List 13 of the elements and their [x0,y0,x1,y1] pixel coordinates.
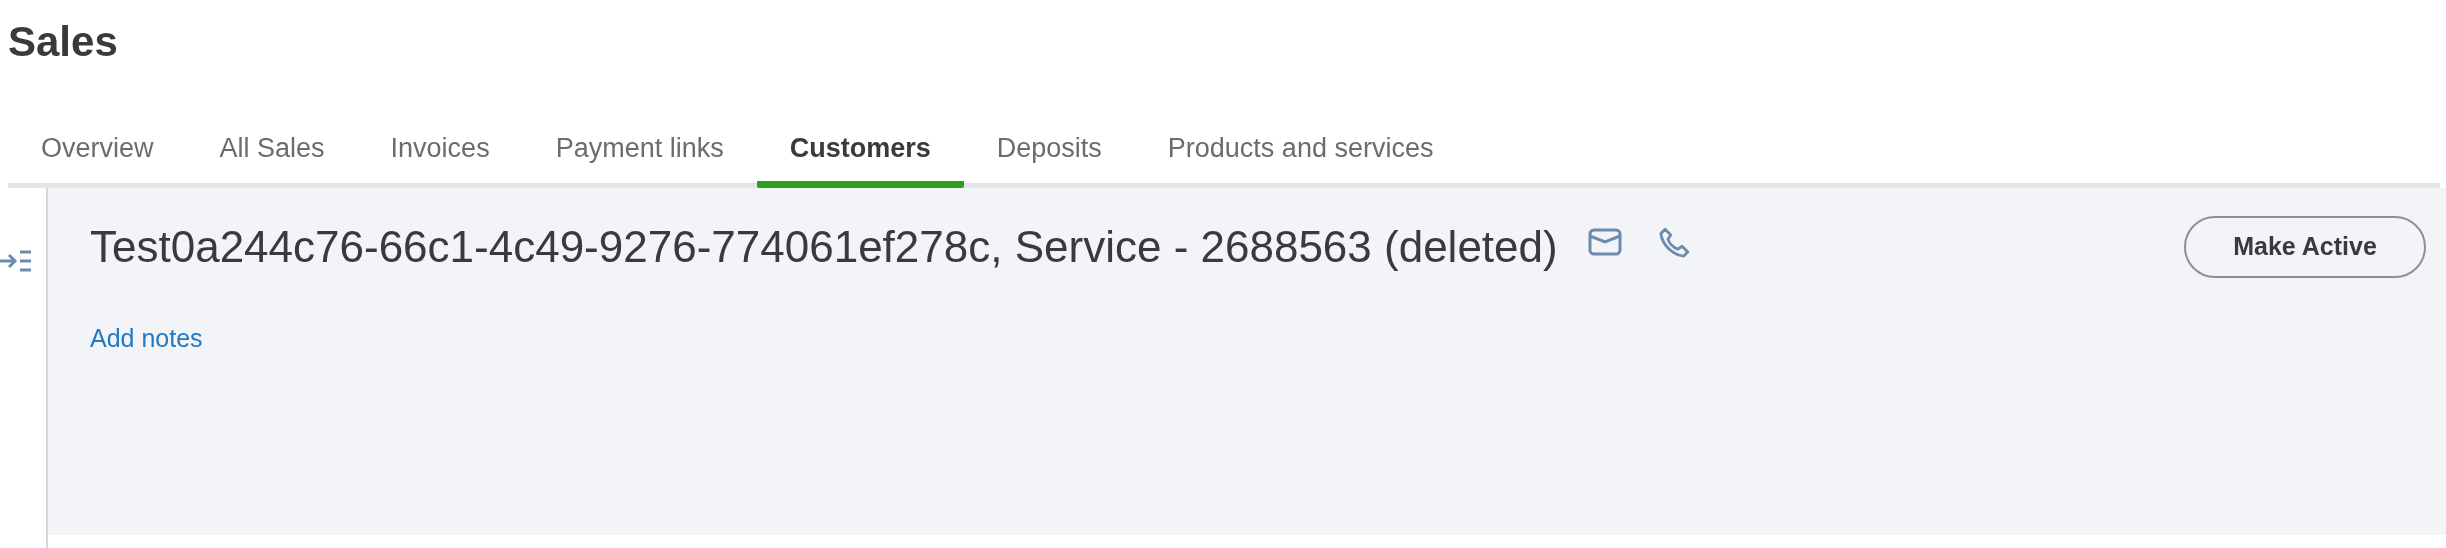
email-icon[interactable] [1587,228,1622,256]
page-title: Sales [8,17,118,67]
customer-name: Test0a244c76-66c1-4c49-9276-774061ef278c, Service - 2688563 (deleted) [90,221,1558,273]
add-notes-link[interactable]: Add notes [90,320,203,358]
phone-icon[interactable] [1657,225,1692,259]
tab[interactable]: Deposits [963,110,1135,188]
tab[interactable]: Overview [8,110,187,188]
make-active-button[interactable]: Make Active [2184,216,2426,278]
tab[interactable]: Products and services [1134,110,1467,188]
tab[interactable]: Invoices [357,110,523,188]
tab[interactable]: All Sales [186,110,358,188]
collapse-panel-icon[interactable] [0,248,32,274]
tab[interactable]: Payment links [522,110,757,188]
